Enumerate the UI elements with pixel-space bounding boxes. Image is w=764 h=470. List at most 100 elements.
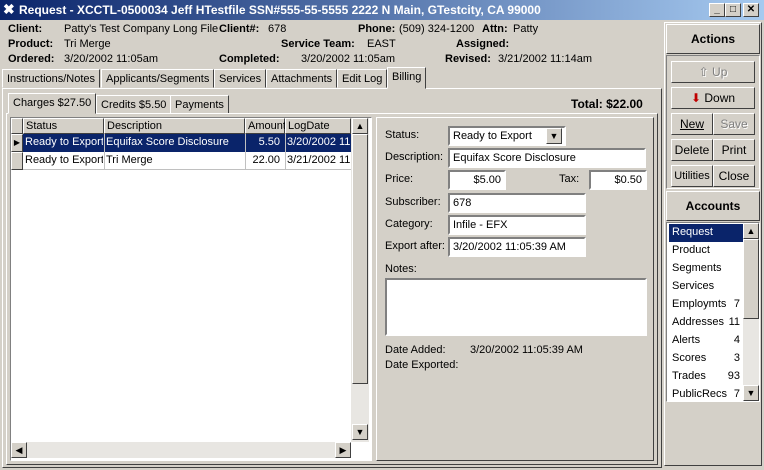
- column-amount[interactable]: Amount: [245, 118, 286, 134]
- date-exported-label: Date Exported:: [385, 359, 459, 371]
- account-item-alerts[interactable]: Alerts 4: [669, 332, 743, 350]
- new-button[interactable]: New: [671, 113, 713, 135]
- subtab-credits[interactable]: Credits $5.50: [96, 95, 172, 114]
- tab-instructions-notes[interactable]: Instructions/Notes: [2, 69, 101, 88]
- attn-value: Patty: [513, 23, 539, 35]
- product-label: Product:: [8, 38, 54, 50]
- revised-label: Revised:: [445, 53, 491, 65]
- subscriber-field[interactable]: 678: [448, 193, 586, 213]
- right-sidebar: Actions ⇧ Up ⬇ Down New Save Delete Prin…: [664, 22, 762, 466]
- row-amount: 5.50: [258, 136, 280, 148]
- column-divider: [285, 134, 286, 170]
- account-item-addresses[interactable]: Addresses 11: [669, 314, 743, 332]
- client-label: Client:: [8, 23, 43, 35]
- accounts-scrollbar[interactable]: ▲ ▼: [743, 223, 759, 401]
- total-amount: Total: $22.00: [571, 97, 643, 111]
- scroll-left-icon[interactable]: ◀: [11, 442, 27, 458]
- account-item-count: 3: [733, 352, 740, 364]
- scroll-down-icon[interactable]: ▼: [352, 424, 368, 440]
- account-item-label: PublicRecs: [672, 388, 728, 400]
- scroll-up-icon[interactable]: ▲: [743, 223, 759, 239]
- date-added-label: Date Added:: [385, 344, 446, 356]
- tab-billing[interactable]: Billing: [387, 67, 427, 89]
- tab-edit-log[interactable]: Edit Log: [337, 69, 388, 88]
- account-item-request[interactable]: Request: [669, 224, 743, 242]
- completed-label: Completed:: [219, 53, 280, 65]
- print-button[interactable]: Print: [713, 139, 755, 161]
- tab-attachments[interactable]: Attachments: [266, 69, 338, 88]
- account-item-services[interactable]: Services: [669, 278, 743, 296]
- account-item-publicrecs[interactable]: PublicRecs 7: [669, 386, 743, 404]
- account-item-label: Employmts: [672, 298, 727, 310]
- charge-detail-panel: Status: Ready to Export ▼ Description: E…: [376, 117, 654, 461]
- account-item-segments[interactable]: Segments: [669, 260, 743, 278]
- subscriber-label: Subscriber:: [385, 196, 441, 208]
- status-select-value: Ready to Export: [453, 130, 532, 142]
- scroll-right-icon[interactable]: ▶: [335, 442, 351, 458]
- category-field[interactable]: Infile - EFX: [448, 215, 586, 235]
- arrow-up-icon: ⇧: [698, 65, 709, 79]
- account-item-count: 7: [733, 298, 740, 310]
- column-divider: [245, 134, 246, 170]
- ordered-value: 3/20/2002 11:05am: [64, 53, 158, 65]
- account-item-scores[interactable]: Scores 3: [669, 350, 743, 368]
- row-status: Ready to Export: [25, 154, 103, 166]
- attn-label: Attn:: [482, 23, 508, 35]
- notes-textarea[interactable]: [385, 278, 647, 336]
- tax-field[interactable]: $0.50: [589, 170, 647, 190]
- account-item-label: Addresses: [672, 316, 724, 328]
- scroll-up-icon[interactable]: ▲: [352, 118, 368, 134]
- description-label: Description:: [385, 151, 444, 163]
- subtab-payments[interactable]: Payments: [170, 95, 229, 114]
- account-item-count: 11: [728, 316, 740, 328]
- chevron-down-icon[interactable]: ▼: [546, 128, 562, 144]
- tab-services[interactable]: Services: [214, 69, 267, 88]
- account-item-product[interactable]: Product: [669, 242, 743, 260]
- account-item-trades[interactable]: Trades 93: [669, 368, 743, 386]
- assigned-label: Assigned:: [456, 38, 510, 50]
- row-logdate: 3/21/2002 11: [287, 154, 351, 166]
- account-item-label: Segments: [672, 262, 722, 274]
- column-description[interactable]: Description: [104, 118, 245, 134]
- tax-label: Tax:: [559, 173, 580, 185]
- scroll-down-icon[interactable]: ▼: [743, 385, 759, 401]
- revised-value: 3/21/2002 11:14am: [498, 53, 592, 65]
- grid-corner: [11, 118, 23, 134]
- client-number-label: Client#:: [219, 23, 260, 35]
- utilities-button[interactable]: Utilities: [671, 165, 713, 187]
- subtab-charges[interactable]: Charges $27.50: [8, 93, 97, 114]
- delete-button[interactable]: Delete: [671, 139, 713, 161]
- row-indicator-icon: ▶: [11, 134, 23, 152]
- row-description: Equifax Score Disclosure: [106, 136, 229, 148]
- export-after-field[interactable]: 3/20/2002 11:05:39 AM: [448, 237, 586, 257]
- account-item-label: Scores: [672, 352, 707, 364]
- arrow-down-icon: ⬇: [690, 91, 702, 105]
- product-value: Tri Merge: [64, 38, 111, 50]
- scroll-thumb[interactable]: [352, 134, 368, 384]
- service-team-label: Service Team:: [281, 38, 355, 50]
- tab-applicants-segments[interactable]: Applicants/Segments: [101, 69, 215, 88]
- minimize-button[interactable]: _: [709, 3, 725, 17]
- scroll-thumb[interactable]: [743, 239, 759, 319]
- column-status[interactable]: Status: [23, 118, 104, 134]
- table-row[interactable]: Ready to Export Equifax Score Disclosure…: [23, 134, 351, 152]
- down-button[interactable]: ⬇ Down: [671, 87, 755, 109]
- account-item-count: 4: [733, 334, 740, 346]
- up-button[interactable]: ⇧ Up: [671, 61, 755, 83]
- phone-label: Phone:: [358, 23, 396, 35]
- horizontal-scrollbar[interactable]: ◀ ▶: [11, 442, 351, 458]
- close-button[interactable]: Close: [713, 165, 755, 187]
- title-bar[interactable]: ✖ Request - XCCTL-0500034 Jeff HTestfile…: [0, 0, 764, 20]
- close-window-button[interactable]: ✕: [743, 3, 759, 17]
- price-field[interactable]: $5.00: [448, 170, 506, 190]
- save-button[interactable]: Save: [713, 113, 755, 135]
- table-row[interactable]: Ready to Export Tri Merge 22.00 3/21/200…: [23, 152, 351, 170]
- column-logdate[interactable]: LogDate: [285, 118, 351, 134]
- description-field[interactable]: Equifax Score Disclosure: [448, 148, 646, 168]
- maximize-button[interactable]: □: [725, 3, 741, 17]
- vertical-scrollbar[interactable]: ▲ ▼: [351, 118, 369, 442]
- row-selector[interactable]: [11, 152, 23, 170]
- status-select[interactable]: Ready to Export ▼: [448, 126, 566, 146]
- client-number-value: 678: [268, 23, 287, 35]
- account-item-employments[interactable]: Employmts 7: [669, 296, 743, 314]
